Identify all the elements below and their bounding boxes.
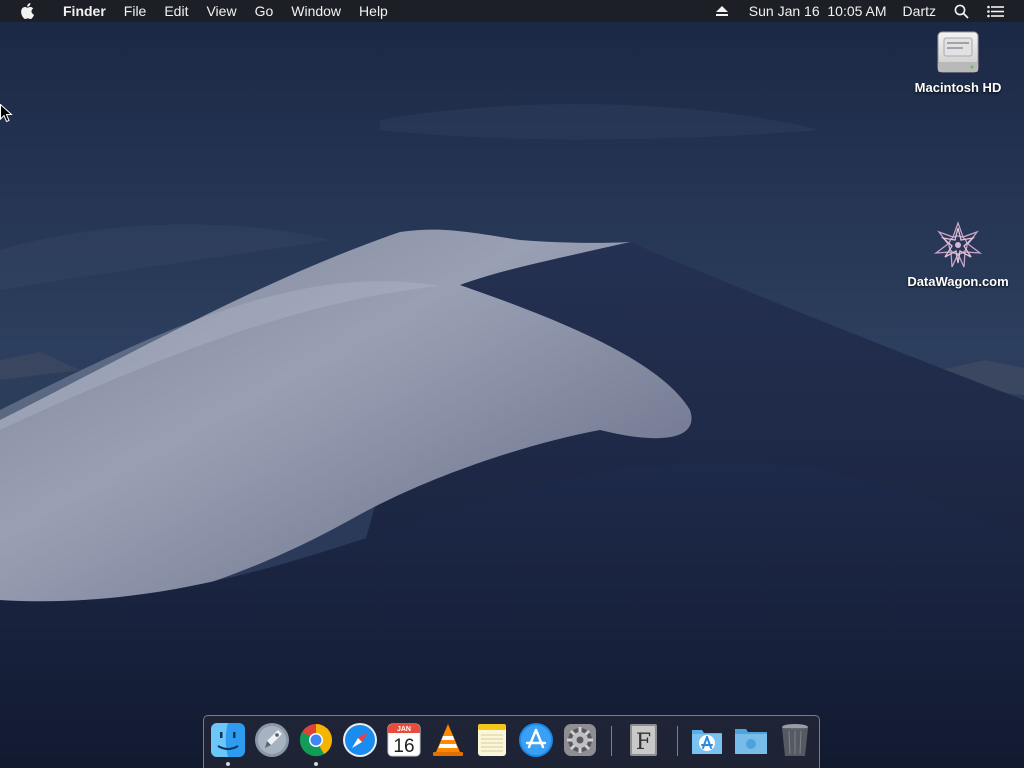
dock-separator <box>611 726 612 756</box>
font-book-icon: F <box>630 724 657 756</box>
dock-item-downloads[interactable] <box>732 721 770 759</box>
dock-item-finder[interactable] <box>209 721 247 759</box>
safari-icon <box>343 723 377 757</box>
desktop-icon-label: Macintosh HD <box>914 80 1002 95</box>
dock-item-safari[interactable] <box>341 721 379 759</box>
desktop-icon-macintosh-hd[interactable]: Macintosh HD <box>898 28 1018 95</box>
trash-icon <box>782 724 808 756</box>
applications-folder-icon <box>692 730 722 754</box>
dock-item-trash[interactable] <box>776 721 814 759</box>
font-book-glyph: F <box>636 730 651 755</box>
menu-file[interactable]: File <box>115 0 156 22</box>
downloads-folder-icon <box>735 729 767 754</box>
dock: JAN 16 F <box>203 715 820 768</box>
dock-item-system-preferences[interactable] <box>561 721 599 759</box>
calendar-month: JAN <box>397 726 411 733</box>
finder-icon <box>211 723 245 757</box>
eject-icon[interactable] <box>709 5 735 17</box>
clock[interactable]: Sun Jan 16 10:05 AM <box>743 0 893 22</box>
menu-view[interactable]: View <box>197 0 245 22</box>
system-preferences-icon <box>564 724 596 756</box>
desktop-icon-datawagon[interactable]: DataWagon.com <box>898 220 1018 289</box>
app-name-menu[interactable]: Finder <box>54 0 115 22</box>
user-menu[interactable]: Dartz <box>897 0 942 22</box>
menu-window[interactable]: Window <box>282 0 350 22</box>
dock-item-launchpad[interactable] <box>253 721 291 759</box>
menu-help[interactable]: Help <box>350 0 397 22</box>
vlc-icon <box>433 724 463 756</box>
notes-icon <box>478 724 506 756</box>
running-indicator-finder <box>226 762 230 766</box>
calendar-icon: JAN 16 <box>387 723 421 757</box>
dock-item-notes[interactable] <box>473 721 511 759</box>
hard-drive-icon <box>937 31 979 73</box>
dock-separator <box>677 726 678 756</box>
running-indicator-chrome <box>314 762 318 766</box>
desktop-icon-label: DataWagon.com <box>907 274 1009 289</box>
menu-go[interactable]: Go <box>246 0 283 22</box>
search-icon[interactable] <box>948 4 975 19</box>
launchpad-icon <box>255 723 289 757</box>
menu-bar: Finder File Edit View Go Window Help Sun… <box>0 0 1024 22</box>
dock-item-app-store[interactable] <box>517 721 555 759</box>
calendar-day: 16 <box>393 736 414 757</box>
dock-item-applications[interactable] <box>688 721 726 759</box>
dock-item-font-book[interactable]: F <box>624 721 662 759</box>
mouse-pointer-icon <box>0 104 13 123</box>
app-store-icon <box>519 723 553 757</box>
datawagon-logo-icon <box>933 221 983 268</box>
notification-center-icon[interactable] <box>981 5 1010 18</box>
desktop[interactable]: Finder File Edit View Go Window Help Sun… <box>0 0 1024 768</box>
dock-item-chrome[interactable] <box>297 721 335 759</box>
dock-item-vlc[interactable] <box>429 721 467 759</box>
menu-edit[interactable]: Edit <box>155 0 197 22</box>
dock-item-calendar[interactable]: JAN 16 <box>385 721 423 759</box>
apple-menu-icon[interactable] <box>20 0 36 22</box>
wallpaper <box>0 0 1024 768</box>
chrome-icon <box>299 724 333 757</box>
